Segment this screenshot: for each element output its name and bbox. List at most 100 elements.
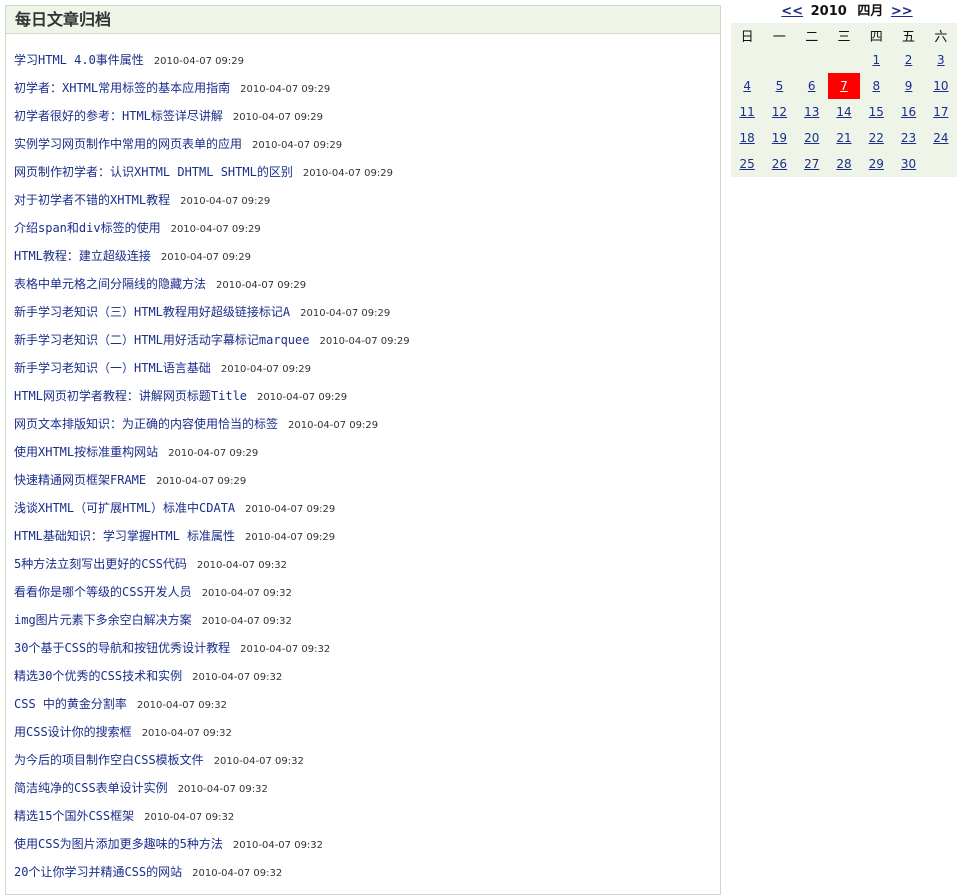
article-link[interactable]: 初学者很好的参考：HTML标签详尽讲解 bbox=[14, 109, 223, 123]
article-link[interactable]: HTML基础知识：学习掌握HTML 标准属性 bbox=[14, 529, 235, 543]
weekday-label: 六 bbox=[934, 29, 948, 45]
next-month-link[interactable]: >> bbox=[891, 4, 913, 19]
article-link[interactable]: 快速精通网页框架FRAME bbox=[14, 473, 146, 487]
calendar-day-link[interactable]: 18 bbox=[740, 131, 755, 145]
calendar-day-link[interactable]: 11 bbox=[740, 105, 755, 119]
calendar-day: 27 bbox=[796, 151, 828, 177]
article-timestamp: 2010-04-07 09:29 bbox=[245, 532, 336, 543]
list-item: 初学者：XHTML常用标签的基本应用指南 2010-04-07 09:29 bbox=[14, 74, 720, 102]
article-timestamp: 2010-04-07 09:29 bbox=[300, 308, 391, 319]
article-link[interactable]: 20个让你学习并精通CSS的网站 bbox=[14, 865, 182, 879]
calendar-day: 5 bbox=[763, 73, 795, 99]
article-link[interactable]: 新手学习老知识（一）HTML语言基础 bbox=[14, 361, 211, 375]
calendar-day-link[interactable]: 13 bbox=[804, 105, 819, 119]
article-link[interactable]: 表格中单元格之间分隔线的隐藏方法 bbox=[14, 277, 206, 291]
calendar-day-link[interactable]: 10 bbox=[933, 79, 948, 93]
calendar-day-empty bbox=[763, 47, 795, 73]
article-link[interactable]: 网页制作初学者：认识XHTML DHTML SHTML的区别 bbox=[14, 165, 293, 179]
calendar-day-link[interactable]: 6 bbox=[808, 79, 816, 93]
list-item: 使用XHTML按标准重构网站 2010-04-07 09:29 bbox=[14, 438, 720, 466]
calendar-day-link[interactable]: 15 bbox=[869, 105, 884, 119]
calendar-day-link[interactable]: 7 bbox=[840, 79, 848, 93]
calendar-day: 4 bbox=[731, 73, 763, 99]
article-timestamp: 2010-04-07 09:29 bbox=[232, 112, 324, 123]
calendar-day-link[interactable]: 9 bbox=[905, 79, 913, 93]
list-item: 精选30个优秀的CSS技术和实例 2010-04-07 09:32 bbox=[14, 662, 720, 690]
calendar-day-link[interactable]: 23 bbox=[901, 131, 916, 145]
calendar-week-row: 1 2 3 bbox=[731, 47, 957, 73]
calendar-day-link[interactable]: 29 bbox=[869, 157, 884, 171]
article-link[interactable]: 看看你是哪个等级的CSS开发人员 bbox=[14, 585, 192, 599]
calendar-day-link[interactable]: 20 bbox=[804, 131, 819, 145]
list-item: 浅谈XHTML（可扩展HTML）标准中CDATA 2010-04-07 09:29 bbox=[14, 494, 720, 522]
list-item: 使用CSS为图片添加更多趣味的5种方法 2010-04-07 09:32 bbox=[14, 830, 720, 858]
article-link[interactable]: 学习HTML 4.0事件属性 bbox=[14, 53, 144, 67]
calendar-day: 9 bbox=[892, 73, 924, 99]
article-link[interactable]: 精选15个国外CSS框架 bbox=[14, 809, 134, 823]
calendar-grid: 日一二三四五六 1 2 3 4 5 6 7 8 9 10 11 12 13 14 15 16 17 18 19 20 2… bbox=[731, 23, 957, 177]
article-link[interactable]: 新手学习老知识（二）HTML用好活动字幕标记marquee bbox=[14, 333, 309, 347]
calendar-day: 12 bbox=[763, 99, 795, 125]
article-link[interactable]: 浅谈XHTML（可扩展HTML）标准中CDATA bbox=[14, 501, 235, 515]
list-item: 快速精通网页框架FRAME 2010-04-07 09:29 bbox=[14, 466, 720, 494]
article-link[interactable]: 使用XHTML按标准重构网站 bbox=[14, 445, 158, 459]
calendar-day-link[interactable]: 27 bbox=[804, 157, 819, 171]
article-link[interactable]: 新手学习老知识（三）HTML教程用好超级链接标记A bbox=[14, 305, 290, 319]
calendar-day-link[interactable]: 25 bbox=[740, 157, 755, 171]
calendar-day-link[interactable]: 26 bbox=[772, 157, 787, 171]
calendar-day-link[interactable]: 2 bbox=[905, 53, 913, 67]
calendar-day-link[interactable]: 19 bbox=[772, 131, 787, 145]
article-link[interactable]: 30个基于CSS的导航和按钮优秀设计教程 bbox=[14, 641, 230, 655]
article-link[interactable]: HTML教程：建立超级连接 bbox=[14, 249, 151, 263]
prev-month-link[interactable]: << bbox=[781, 4, 803, 19]
article-timestamp: 2010-04-07 09:32 bbox=[240, 644, 331, 655]
list-item: 精选15个国外CSS框架 2010-04-07 09:32 bbox=[14, 802, 720, 830]
article-link[interactable]: 网页文本排版知识：为正确的内容使用恰当的标签 bbox=[14, 417, 278, 431]
calendar-day: 10 bbox=[925, 73, 957, 99]
weekday-label: 四 bbox=[869, 29, 883, 45]
article-timestamp: 2010-04-07 09:29 bbox=[170, 224, 261, 235]
calendar-day-link[interactable]: 8 bbox=[872, 79, 880, 93]
calendar-day-link[interactable]: 28 bbox=[836, 157, 851, 171]
calendar-day-link[interactable]: 3 bbox=[937, 53, 945, 67]
article-link[interactable]: CSS 中的黄金分割率 bbox=[14, 697, 127, 711]
calendar-day-link[interactable]: 4 bbox=[743, 79, 751, 93]
calendar-day: 8 bbox=[860, 73, 892, 99]
list-item: 新手学习老知识（二）HTML用好活动字幕标记marquee 2010-04-07 … bbox=[14, 326, 720, 354]
calendar-day: 23 bbox=[892, 125, 924, 151]
calendar-day: 11 bbox=[731, 99, 763, 125]
article-archive-panel: 每日文章归档 学习HTML 4.0事件属性 2010-04-07 09:29 初学者… bbox=[5, 5, 721, 895]
list-item: 初学者很好的参考：HTML标签详尽讲解 2010-04-07 09:29 bbox=[14, 102, 720, 130]
calendar-day-empty bbox=[828, 47, 860, 73]
calendar-day: 17 bbox=[925, 99, 957, 125]
article-link[interactable]: 对于初学者不错的XHTML教程 bbox=[14, 193, 170, 207]
calendar-day-empty bbox=[796, 47, 828, 73]
calendar-day-link[interactable]: 14 bbox=[836, 105, 851, 119]
article-link[interactable]: 简洁纯净的CSS表单设计实例 bbox=[14, 781, 168, 795]
article-timestamp: 2010-04-07 09:29 bbox=[302, 168, 393, 179]
calendar-day-link[interactable]: 5 bbox=[776, 79, 784, 93]
weekday-label: 三 bbox=[837, 29, 851, 45]
calendar-day-link[interactable]: 30 bbox=[901, 157, 916, 171]
article-link[interactable]: 精选30个优秀的CSS技术和实例 bbox=[14, 669, 182, 683]
calendar-day-link[interactable]: 24 bbox=[933, 131, 948, 145]
calendar-day-link[interactable]: 17 bbox=[933, 105, 948, 119]
calendar-day-link[interactable]: 22 bbox=[869, 131, 884, 145]
calendar-days: 1 2 3 4 5 6 7 8 9 10 11 12 13 14 15 16 17 18 19 20 21 22 23 24 2… bbox=[731, 47, 957, 177]
article-link[interactable]: 5种方法立刻写出更好的CSS代码 bbox=[14, 557, 187, 571]
article-link[interactable]: HTML网页初学者教程：讲解网页标题Title bbox=[14, 389, 247, 403]
article-link[interactable]: 为今后的项目制作空白CSS模板文件 bbox=[14, 753, 204, 767]
calendar-day: 13 bbox=[796, 99, 828, 125]
list-item: CSS 中的黄金分割率 2010-04-07 09:32 bbox=[14, 690, 720, 718]
calendar-day-link[interactable]: 21 bbox=[836, 131, 851, 145]
article-link[interactable]: 用CSS设计你的搜索框 bbox=[14, 725, 132, 739]
article-link[interactable]: 实例学习网页制作中常用的网页表单的应用 bbox=[14, 137, 242, 151]
calendar-day-link[interactable]: 12 bbox=[772, 105, 787, 119]
article-link[interactable]: 初学者：XHTML常用标签的基本应用指南 bbox=[14, 81, 230, 95]
article-link[interactable]: 使用CSS为图片添加更多趣味的5种方法 bbox=[14, 837, 223, 851]
calendar-day-link[interactable]: 1 bbox=[872, 53, 880, 67]
article-link[interactable]: 介绍span和div标签的使用 bbox=[14, 221, 161, 235]
calendar-day-link[interactable]: 16 bbox=[901, 105, 916, 119]
list-item: 表格中单元格之间分隔线的隐藏方法 2010-04-07 09:29 bbox=[14, 270, 720, 298]
article-link[interactable]: img图片元素下多余空白解决方案 bbox=[14, 613, 192, 627]
